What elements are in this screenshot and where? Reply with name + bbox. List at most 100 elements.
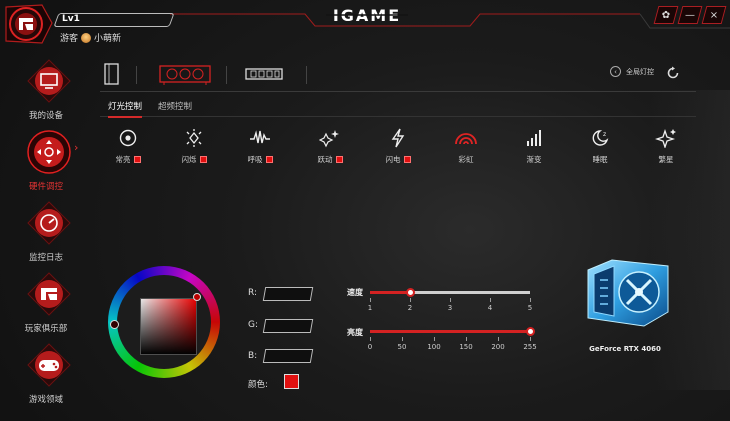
mode-breathe[interactable]: 呼吸 xyxy=(230,128,290,165)
brightness-knob[interactable] xyxy=(526,327,535,336)
speed-slider[interactable] xyxy=(370,288,530,297)
brightness-tick xyxy=(402,337,403,341)
gpu-image xyxy=(587,259,669,327)
minimize-button[interactable]: — xyxy=(677,6,703,24)
speed-tick xyxy=(530,298,531,302)
brightness-slider[interactable] xyxy=(370,327,535,336)
mode-color-swatch[interactable] xyxy=(335,156,343,163)
mode-color-swatch[interactable] xyxy=(403,156,411,163)
memory-module-icon[interactable] xyxy=(244,62,284,86)
brightness-tick-label: 200 xyxy=(491,343,505,351)
mode-sleep[interactable]: z 睡眠 xyxy=(570,128,630,165)
brightness-tick-label: 0 xyxy=(367,343,373,351)
r-label: R: xyxy=(248,288,258,298)
device-divider xyxy=(306,66,307,84)
gpu-card-icon[interactable] xyxy=(158,62,212,86)
speed-tick-label: 4 xyxy=(487,304,493,312)
g-label: G: xyxy=(248,320,259,330)
stars-icon xyxy=(655,128,676,148)
mode-steady[interactable]: 常亮 xyxy=(98,128,158,165)
tab-overclock-control[interactable]: 超频控制 xyxy=(158,100,192,116)
monitor-gauge-icon xyxy=(27,201,71,245)
sidebar-item-my-devices[interactable]: 我的设备 xyxy=(4,58,88,124)
mode-color-swatch[interactable] xyxy=(199,156,207,163)
light-mode-list: 常亮 闪烁 呼吸 跃动 闪电 彩虹 渐变 z 睡眠 繁星 xyxy=(100,128,696,176)
gear-icon: ✿ xyxy=(661,9,671,21)
active-arrow-icon: › xyxy=(74,141,79,154)
back-circle-icon: ‹ xyxy=(610,66,621,77)
sidebar-item-game-zone[interactable]: 游戏领域 xyxy=(4,342,88,408)
sidebar-item-monitor-log[interactable]: 监控日志 xyxy=(4,200,88,266)
mode-blink[interactable]: 闪烁 xyxy=(164,128,224,165)
speed-tick xyxy=(490,298,491,302)
mode-color-swatch[interactable] xyxy=(265,156,273,163)
sidebar-item-player-club[interactable]: 玩家俱乐部 xyxy=(4,271,88,337)
rainbow-icon xyxy=(455,133,477,145)
g-input[interactable] xyxy=(262,319,314,333)
color-label: 颜色: xyxy=(248,380,268,390)
close-icon: × xyxy=(709,9,719,21)
all-light-label: 全局灯控 xyxy=(626,67,654,76)
mode-label: 繁星 xyxy=(658,155,674,164)
mode-label: 彩虹 xyxy=(458,155,474,164)
user-avatar xyxy=(81,32,92,43)
sidebar-label: 硬件调控 xyxy=(28,182,63,192)
tab-light-control[interactable]: 灯光控制 xyxy=(108,100,143,118)
speed-ticks: 1 2 3 4 5 xyxy=(368,298,533,314)
title-bar: Lv1 游客 小萌新 IGAME ✿ — × xyxy=(0,0,730,48)
device-selector: ‹ 全局灯控 xyxy=(100,60,696,92)
mode-color-swatch[interactable] xyxy=(133,156,141,163)
speed-tick xyxy=(410,298,411,302)
current-color-swatch[interactable] xyxy=(284,374,299,389)
control-tabs: 灯光控制 超频控制 xyxy=(100,97,696,118)
b-input[interactable] xyxy=(262,349,314,363)
brightness-tick-label: 255 xyxy=(523,343,537,351)
mode-label: 渐变 xyxy=(526,155,542,164)
brightness-tick-label: 50 xyxy=(397,343,407,351)
brightness-tick-label: 100 xyxy=(427,343,441,351)
brightness-ticks: 0 50 100 150 200 255 xyxy=(367,337,537,353)
mode-gradient[interactable]: 渐变 xyxy=(504,128,564,165)
brightness-tick xyxy=(370,337,371,341)
sidebar-label: 监控日志 xyxy=(28,253,63,263)
saturation-square[interactable] xyxy=(140,298,197,355)
speed-tick xyxy=(370,298,371,302)
moon-sleep-icon: z xyxy=(592,130,609,146)
sidebar-label: 玩家俱乐部 xyxy=(24,324,68,334)
color-wheel[interactable] xyxy=(108,266,220,378)
mode-rainbow[interactable]: 彩虹 xyxy=(436,128,496,165)
sidebar: 我的设备 硬件调控 › 监控日志 玩家俱乐部 游戏领域 xyxy=(0,52,92,421)
igame-window: Lv1 游客 小萌新 IGAME ✿ — × 我的设备 硬件调控 › 监控日志 … xyxy=(0,0,730,421)
close-button[interactable]: × xyxy=(701,6,727,24)
brightness-tick xyxy=(530,337,531,341)
svg-text:z: z xyxy=(603,131,606,138)
all-light-control[interactable]: ‹ 全局灯控 xyxy=(610,66,654,77)
settings-button[interactable]: ✿ xyxy=(653,6,679,24)
sparkle-jump-icon xyxy=(319,130,339,148)
gamepad-icon xyxy=(27,343,71,387)
brightness-tick xyxy=(466,337,467,341)
brightness-tick xyxy=(498,337,499,341)
mode-label: 睡眠 xyxy=(592,155,608,164)
sidebar-item-hardware-control[interactable]: 硬件调控 xyxy=(4,129,88,195)
mode-jump[interactable]: 跃动 xyxy=(300,128,360,165)
minimize-icon: — xyxy=(685,9,695,21)
speed-tick-label: 5 xyxy=(527,304,533,312)
hue-handle[interactable] xyxy=(110,320,119,329)
brightness-fill xyxy=(370,330,530,333)
lightning-icon xyxy=(391,128,405,148)
mode-label: 呼吸 xyxy=(247,155,263,164)
monitor-icon xyxy=(27,59,71,103)
breathe-wave-icon xyxy=(250,130,270,144)
dpad-icon xyxy=(27,130,71,174)
pc-case-icon[interactable] xyxy=(100,62,124,86)
mode-lightning[interactable]: 闪电 xyxy=(368,128,428,165)
user-info[interactable]: 游客 小萌新 xyxy=(60,31,121,44)
speed-tick xyxy=(450,298,451,302)
refresh-icon[interactable] xyxy=(666,66,680,80)
sidebar-label: 游戏领域 xyxy=(28,395,63,405)
saturation-handle[interactable] xyxy=(193,293,201,301)
mode-stars[interactable]: 繁星 xyxy=(636,128,696,165)
speed-knob[interactable] xyxy=(406,288,415,297)
r-input[interactable] xyxy=(262,287,314,301)
